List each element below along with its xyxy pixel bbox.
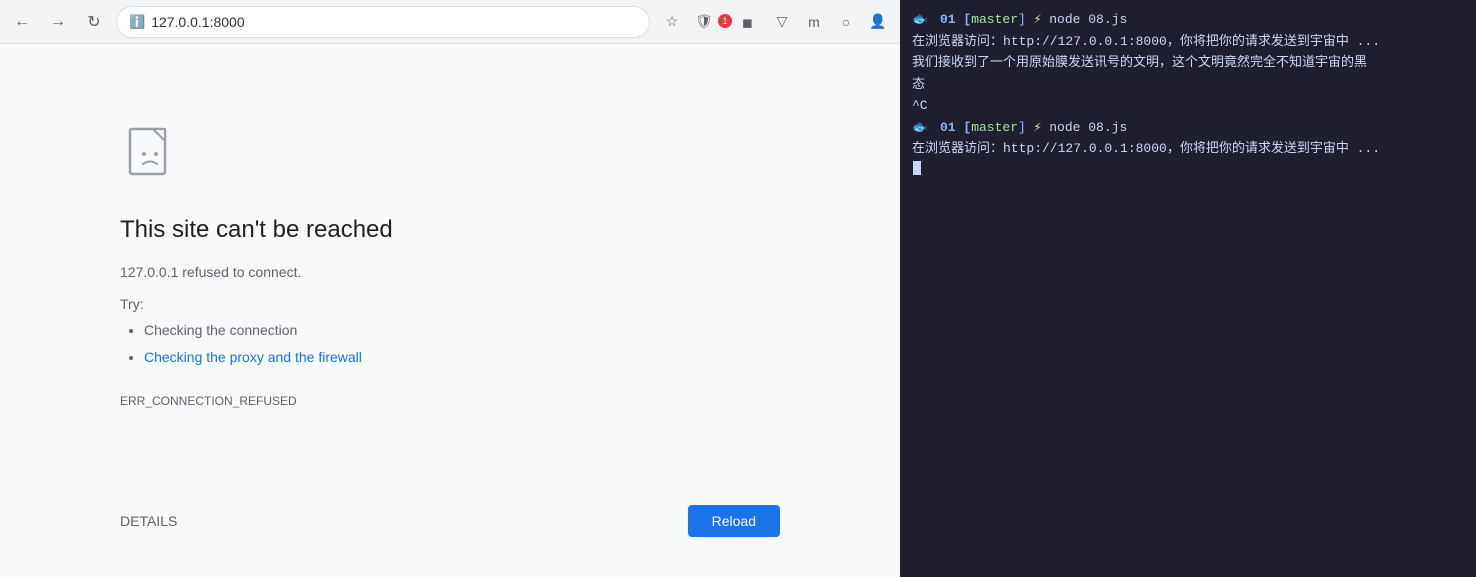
output-1: 在浏览器访问：http://127.0.0.1:8000，你将把你的请求发送到宇… <box>912 32 1380 52</box>
details-link[interactable]: DETAILS <box>120 513 177 529</box>
extension1-button[interactable]: 🛡 <box>690 8 718 36</box>
terminal-panel: 🐟 01 [ master ] ⚡ node 08.js 在浏览器访问：http… <box>900 0 1476 577</box>
prompt-num-2: 01 [ <box>932 118 971 138</box>
terminal-line-3: 我们接收到了一个用原始膜发送讯号的文明，这个文明竟然完全不知道宇宙的黑 <box>912 53 1464 73</box>
prompt-branch-2: master <box>971 118 1018 138</box>
output-4: 在浏览器访问：http://127.0.0.1:8000，你将把你的请求发送到宇… <box>912 139 1380 159</box>
prompt-bolt-1: ⚡ <box>1034 10 1042 30</box>
ext-badge: 1 <box>718 14 732 28</box>
prompt-icon-1: 🐟 <box>912 10 928 30</box>
error-subtitle: 127.0.0.1 refused to connect. <box>120 264 780 280</box>
extension5-button[interactable]: ○ <box>832 8 860 36</box>
terminal-line-4: 态 <box>912 75 1464 95</box>
prompt-cmd-1: node 08.js <box>1041 10 1127 30</box>
bookmark-button[interactable]: ☆ <box>658 8 686 36</box>
suggestion-proxy: Checking the proxy and the firewall <box>144 347 780 368</box>
terminal-line-8 <box>912 161 1464 175</box>
ctrl-c: ^C <box>912 96 928 116</box>
terminal-line-1: 🐟 01 [ master ] ⚡ node 08.js <box>912 10 1464 30</box>
proxy-link[interactable]: Checking the proxy and the firewall <box>144 349 362 365</box>
extension3-button[interactable]: ▽ <box>768 8 796 36</box>
toolbar-icons: ☆ 🛡 1 ◼ ▽ m ○ 👤 <box>658 8 892 36</box>
extension2-button[interactable]: ◼ <box>736 8 764 36</box>
browser-panel: ← → ↻ ℹ️ 127.0.0.1:8000 ☆ 🛡 1 ◼ ▽ m ○ 👤 <box>0 0 900 577</box>
info-icon: ℹ️ <box>129 14 145 30</box>
prompt-bolt-2: ⚡ <box>1034 118 1042 138</box>
error-suggestions: Checking the connection Checking the pro… <box>120 320 780 374</box>
suggestion-connection-text: Checking the connection <box>144 322 297 338</box>
error-icon <box>120 124 180 184</box>
try-label: Try: <box>120 296 780 312</box>
forward-button[interactable]: → <box>44 8 72 36</box>
extension4-button[interactable]: m <box>800 8 828 36</box>
address-text: 127.0.0.1:8000 <box>151 14 244 30</box>
error-title: This site can't be reached <box>120 216 780 244</box>
prompt-bracket-close-2: ] <box>1018 118 1034 138</box>
prompt-icon-2: 🐟 <box>912 118 928 138</box>
prompt-branch-1: master <box>971 10 1018 30</box>
terminal-line-7: 在浏览器访问：http://127.0.0.1:8000，你将把你的请求发送到宇… <box>912 139 1464 159</box>
suggestion-connection: Checking the connection <box>144 320 780 341</box>
prompt-num-1: 01 [ <box>932 10 971 30</box>
terminal-line-5: ^C <box>912 96 1464 116</box>
profile-button[interactable]: 👤 <box>864 8 892 36</box>
extension-icon-wrap: 🛡 1 <box>690 8 732 36</box>
reload-button-page[interactable]: Reload <box>688 505 780 537</box>
error-actions: DETAILS Reload <box>120 505 780 537</box>
output-2: 我们接收到了一个用原始膜发送讯号的文明，这个文明竟然完全不知道宇宙的黑 <box>912 53 1367 73</box>
terminal-cursor <box>913 161 921 175</box>
svg-text:◼: ◼ <box>742 15 753 30</box>
browser-toolbar: ← → ↻ ℹ️ 127.0.0.1:8000 ☆ 🛡 1 ◼ ▽ m ○ 👤 <box>0 0 900 44</box>
back-button[interactable]: ← <box>8 8 36 36</box>
terminal-line-6: 🐟 01 [ master ] ⚡ node 08.js <box>912 118 1464 138</box>
output-3: 态 <box>912 75 925 95</box>
error-code: ERR_CONNECTION_REFUSED <box>120 394 780 408</box>
address-bar[interactable]: ℹ️ 127.0.0.1:8000 <box>116 6 650 38</box>
prompt-bracket-close-1: ] <box>1018 10 1034 30</box>
reload-button[interactable]: ↻ <box>80 8 108 36</box>
prompt-cmd-2: node 08.js <box>1041 118 1127 138</box>
terminal-line-2: 在浏览器访问：http://127.0.0.1:8000，你将把你的请求发送到宇… <box>912 32 1464 52</box>
error-page: This site can't be reached 127.0.0.1 ref… <box>0 44 900 577</box>
